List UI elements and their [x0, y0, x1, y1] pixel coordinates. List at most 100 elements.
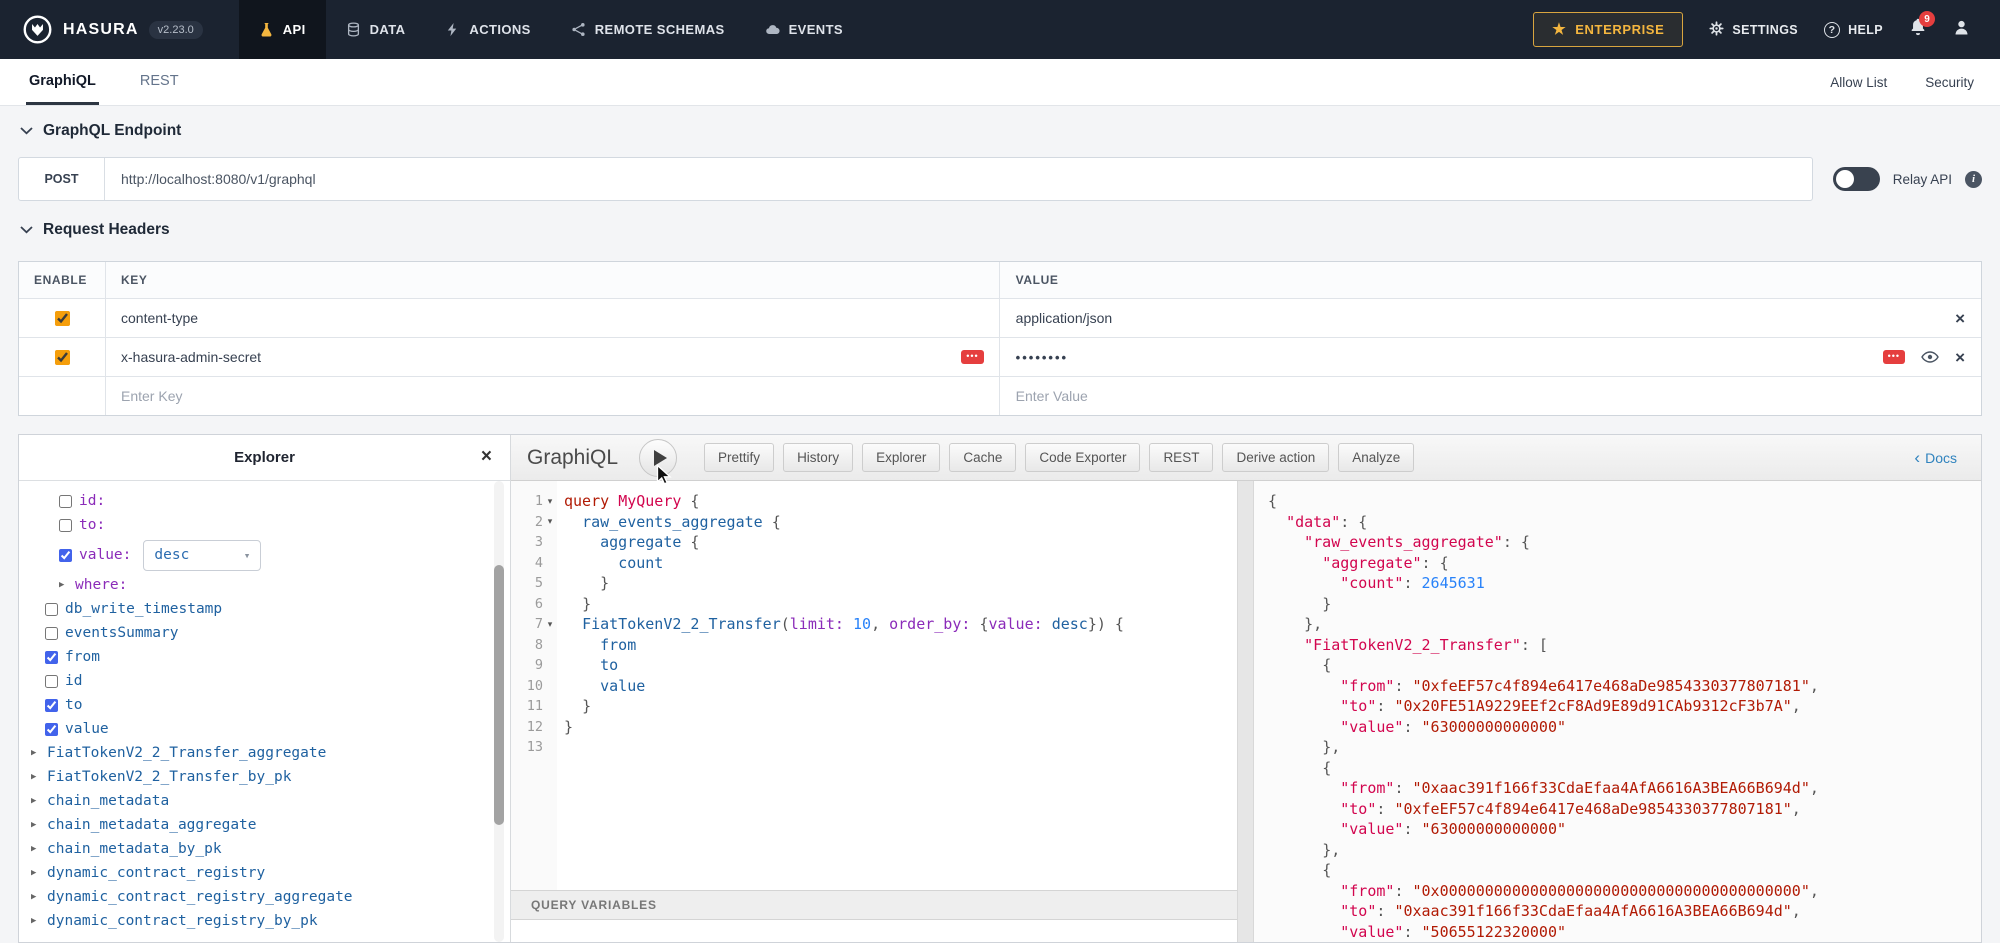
actions-icon: [445, 22, 460, 37]
tab-rest[interactable]: REST: [137, 59, 182, 105]
code-line: "aggregate": {: [1268, 553, 1981, 574]
nav-label: API: [283, 22, 306, 37]
explorer-item-where[interactable]: ▶where:: [19, 573, 510, 597]
query-variables-editor[interactable]: [511, 920, 1237, 942]
explorer-item-id[interactable]: id:: [19, 489, 510, 513]
endpoint-url-input[interactable]: [105, 158, 1812, 200]
code-line: "from": "0x00000000000000000000000000000…: [1268, 881, 1981, 902]
execute-query-button[interactable]: [639, 439, 677, 477]
sort-direction-select[interactable]: desc▾: [143, 540, 261, 571]
field-label: to: [65, 697, 82, 713]
toolbar-button-cache[interactable]: Cache: [949, 443, 1016, 472]
explorer-item-chain_metadata_by_pk[interactable]: ▶chain_metadata_by_pk: [19, 837, 510, 861]
enterprise-button[interactable]: ★ ENTERPRISE: [1533, 12, 1683, 47]
field-checkbox[interactable]: [59, 519, 72, 532]
explorer-item-to[interactable]: to:: [19, 513, 510, 537]
toolbar-button-code-exporter[interactable]: Code Exporter: [1025, 443, 1140, 472]
nav-item-actions[interactable]: ACTIONS: [425, 0, 550, 59]
header-value[interactable]: ••••••••: [1016, 350, 1068, 365]
field-checkbox[interactable]: [45, 627, 58, 640]
tab-graphiql[interactable]: GraphiQL: [26, 59, 99, 105]
relay-group: Relay API i: [1833, 167, 1982, 191]
header-value[interactable]: application/json: [1016, 310, 1113, 326]
code-line: },: [1268, 614, 1981, 635]
explorer-item-db_write_timestamp[interactable]: db_write_timestamp: [19, 597, 510, 621]
info-icon[interactable]: i: [1965, 171, 1982, 188]
line-number-gutter: 1▾2▾34567▾8910111213: [511, 481, 557, 890]
explorer-item-value[interactable]: value:desc▾: [19, 537, 510, 573]
gear-icon: [1709, 21, 1724, 39]
toolbar-button-analyze[interactable]: Analyze: [1338, 443, 1414, 472]
eye-icon[interactable]: [1921, 351, 1939, 363]
toolbar-button-prettify[interactable]: Prettify: [704, 443, 774, 472]
new-header-key-input[interactable]: [121, 388, 984, 404]
explorer-item-dynamic_contract_registry_by_pk[interactable]: ▶dynamic_contract_registry_by_pk: [19, 909, 510, 933]
remove-header-button[interactable]: ×: [1955, 310, 1965, 327]
settings-button[interactable]: SETTINGS: [1709, 21, 1798, 39]
explorer-item-dynamic_contract_registry_aggregate[interactable]: ▶dynamic_contract_registry_aggregate: [19, 885, 510, 909]
header-key[interactable]: x-hasura-admin-secret: [121, 349, 261, 365]
explorer-item-FiatTokenV2_2_Transfer_by_pk[interactable]: ▶FiatTokenV2_2_Transfer_by_pk: [19, 765, 510, 789]
explorer-item-eventsSummary[interactable]: eventsSummary: [19, 621, 510, 645]
play-icon: [654, 450, 667, 466]
graphql-endpoint-section-toggle[interactable]: GraphQL Endpoint: [18, 106, 1982, 151]
hasura-logo-icon: [22, 14, 53, 45]
nav-item-api[interactable]: API: [239, 0, 326, 59]
field-checkbox[interactable]: [45, 675, 58, 688]
new-header-value-input[interactable]: [1016, 388, 1965, 404]
field-checkbox[interactable]: [45, 699, 58, 712]
field-checkbox[interactable]: [59, 495, 72, 508]
header-enable-checkbox[interactable]: [55, 350, 70, 365]
header-enable-checkbox[interactable]: [55, 311, 70, 326]
explorer-item-dynamic_contract_registry[interactable]: ▶dynamic_contract_registry: [19, 861, 510, 885]
explorer-item-chain_metadata[interactable]: ▶chain_metadata: [19, 789, 510, 813]
table-row: content-type application/json ×: [19, 298, 1981, 337]
explorer-item-FiatTokenV2_2_Transfer_aggregate[interactable]: ▶FiatTokenV2_2_Transfer_aggregate: [19, 741, 510, 765]
toolbar-button-history[interactable]: History: [783, 443, 853, 472]
field-checkbox[interactable]: [45, 723, 58, 736]
query-variables-bar[interactable]: QUERY VARIABLES: [511, 890, 1237, 920]
console-tabs: GraphiQL REST: [26, 59, 220, 105]
explorer-item-to[interactable]: to: [19, 693, 510, 717]
nav-item-events[interactable]: EVENTS: [745, 0, 863, 59]
remove-header-button[interactable]: ×: [1955, 349, 1965, 366]
code-line: "data": {: [1268, 512, 1981, 533]
column-header-value: VALUE: [1000, 262, 1981, 298]
nav-item-data[interactable]: DATA: [326, 0, 426, 59]
help-button[interactable]: ? HELP: [1824, 22, 1883, 38]
toolbar-button-explorer[interactable]: Explorer: [862, 443, 940, 472]
field-label: from: [65, 649, 100, 665]
toolbar-button-rest[interactable]: REST: [1149, 443, 1213, 472]
brand[interactable]: HASURA v2.23.0: [0, 0, 225, 59]
remote-schemas-icon: [571, 22, 586, 37]
query-editor[interactable]: 1▾2▾34567▾8910111213 query MyQuery { raw…: [511, 481, 1237, 890]
explorer-item-from[interactable]: from: [19, 645, 510, 669]
user-menu-button[interactable]: [1953, 19, 1970, 41]
docs-link[interactable]: ‹ Docs: [1914, 449, 1965, 466]
request-headers-section-toggle[interactable]: Request Headers: [18, 201, 1982, 251]
help-icon: ?: [1824, 22, 1840, 38]
explorer-item-value[interactable]: value: [19, 717, 510, 741]
code-line: "to": "0x20FE51A9229EEf2cF8Ad9E89d91CAb9…: [1268, 696, 1981, 717]
field-label: to:: [79, 517, 105, 533]
expand-arrow-icon: ▶: [31, 916, 41, 926]
link-allow-list[interactable]: Allow List: [1830, 75, 1887, 90]
relay-api-toggle[interactable]: [1833, 167, 1880, 191]
explorer-item-chain_metadata_aggregate[interactable]: ▶chain_metadata_aggregate: [19, 813, 510, 837]
pane-resize-handle[interactable]: [1237, 481, 1254, 942]
explorer-tree: id: to: value:desc▾▶where:db_write_timesta…: [19, 489, 510, 933]
notifications-button[interactable]: 9: [1909, 18, 1927, 41]
field-label: dynamic_contract_registry: [47, 865, 265, 881]
field-checkbox[interactable]: [59, 549, 72, 562]
explorer-scrollbar-thumb[interactable]: [494, 565, 504, 825]
enterprise-label: ENTERPRISE: [1575, 22, 1664, 37]
link-security[interactable]: Security: [1925, 75, 1974, 90]
toolbar-button-derive-action[interactable]: Derive action: [1222, 443, 1329, 472]
field-checkbox[interactable]: [45, 651, 58, 664]
graphiql-main: GraphiQL PrettifyHistoryExplorerCacheCod…: [511, 435, 1981, 942]
explorer-item-id[interactable]: id: [19, 669, 510, 693]
nav-item-remote-schemas[interactable]: REMOTE SCHEMAS: [551, 0, 745, 59]
close-icon[interactable]: ×: [481, 447, 492, 466]
field-checkbox[interactable]: [45, 603, 58, 616]
header-key[interactable]: content-type: [121, 310, 198, 326]
